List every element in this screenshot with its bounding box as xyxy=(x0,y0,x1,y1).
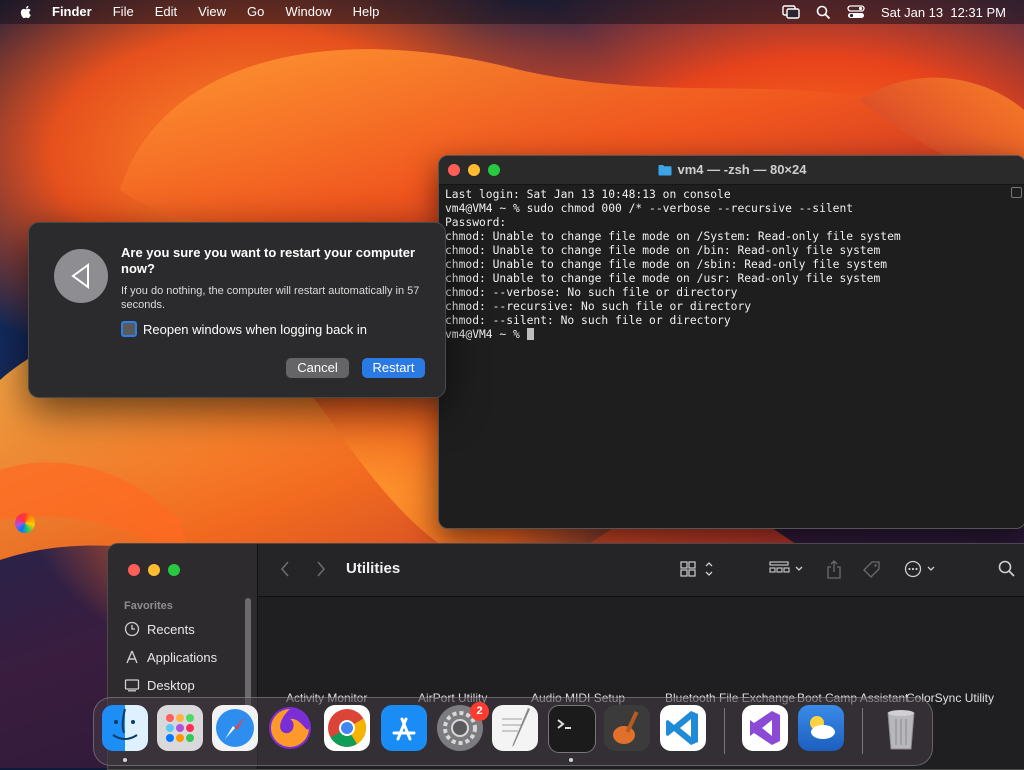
terminal-output[interactable]: Last login: Sat Jan 13 10:48:13 on conso… xyxy=(439,185,1024,345)
cancel-button[interactable]: Cancel xyxy=(286,358,349,378)
terminal-title: vm4 — -zsh — 80×24 xyxy=(439,156,1024,184)
dock-trash-icon[interactable] xyxy=(878,705,924,751)
menu-view[interactable]: View xyxy=(198,0,226,24)
restart-button[interactable]: Restart xyxy=(362,358,425,378)
menu-help[interactable]: Help xyxy=(353,0,380,24)
dock-garageband-icon[interactable] xyxy=(604,705,650,751)
terminal-line: chmod: --recursive: No such file or dire… xyxy=(445,300,752,313)
menu-window[interactable]: Window xyxy=(285,0,331,24)
terminal-prompt-line[interactable]: vm4@VM4 ~ % xyxy=(445,328,1019,342)
spotlight-search-icon[interactable] xyxy=(816,5,831,20)
text-cursor xyxy=(526,328,534,340)
group-view-icon[interactable] xyxy=(768,560,806,578)
terminal-line: chmod: Unable to change file mode on /bi… xyxy=(445,244,881,257)
dock-chrome-icon[interactable] xyxy=(324,705,370,751)
finder-toolbar: Utilities xyxy=(258,544,1024,597)
menu-go[interactable]: Go xyxy=(247,0,264,24)
checkbox-label[interactable]: Reopen windows when logging back in xyxy=(143,322,367,337)
dock-safari-icon[interactable] xyxy=(212,705,258,751)
menubar-clock[interactable]: Sat Jan 13 12:31 PM xyxy=(881,5,1006,20)
dock-terminal-icon[interactable] xyxy=(548,705,596,753)
terminal-line: chmod: Unable to change file mode on /Sy… xyxy=(445,230,901,243)
back-icon[interactable] xyxy=(280,560,290,578)
sidebar-item-label: Desktop xyxy=(147,677,195,693)
applications-icon xyxy=(126,650,138,664)
power-icon xyxy=(54,249,108,303)
color-wheel-icon[interactable] xyxy=(15,513,35,533)
dialog-title: Are you sure you want to restart your co… xyxy=(121,245,416,276)
terminal-line: chmod: Unable to change file mode on /us… xyxy=(445,272,881,285)
reopen-windows-checkbox[interactable]: Reopen windows when logging back in xyxy=(121,321,367,337)
dock-textedit-icon[interactable] xyxy=(492,705,538,751)
sidebar-item-desktop[interactable]: Desktop xyxy=(124,677,195,693)
dock-launchpad-icon[interactable] xyxy=(157,705,203,751)
share-icon[interactable] xyxy=(825,560,843,580)
clock-icon xyxy=(124,621,140,637)
control-center-icon[interactable] xyxy=(847,5,865,19)
more-actions-icon[interactable] xyxy=(904,560,940,578)
terminal-title-text: vm4 — -zsh — 80×24 xyxy=(677,162,807,177)
menu-app-finder[interactable]: Finder xyxy=(52,0,92,24)
sidebar-item-recents[interactable]: Recents xyxy=(124,621,195,637)
dock-weather-icon[interactable] xyxy=(798,705,844,751)
menu-edit[interactable]: Edit xyxy=(155,0,177,24)
terminal-window: vm4 — -zsh — 80×24 Last login: Sat Jan 1… xyxy=(438,155,1024,529)
checkbox-box[interactable] xyxy=(121,321,137,337)
dock-separator xyxy=(862,708,863,754)
tag-icon[interactable] xyxy=(862,560,882,580)
menu-file[interactable]: File xyxy=(113,0,134,24)
sidebar-item-label: Recents xyxy=(147,621,195,637)
running-indicator xyxy=(569,758,573,762)
terminal-prompt: vm4@VM4 ~ % xyxy=(445,328,527,341)
zoom-button[interactable] xyxy=(168,564,180,576)
restart-dialog: Are you sure you want to restart your co… xyxy=(28,222,446,398)
terminal-line: chmod: --silent: No such file or directo… xyxy=(445,314,731,327)
menu-bar: Finder File Edit View Go Window Help Sat… xyxy=(0,0,1024,24)
sidebar-item-label: Applications xyxy=(147,649,218,665)
terminal-line: Password: xyxy=(445,216,507,229)
dock-firefox-icon[interactable] xyxy=(267,705,313,751)
dock-visual-studio-icon[interactable] xyxy=(742,705,788,751)
close-button[interactable] xyxy=(128,564,140,576)
screen-mirroring-icon[interactable] xyxy=(782,5,800,19)
terminal-line: chmod: --verbose: No such file or direct… xyxy=(445,286,738,299)
dock-app-store-icon[interactable] xyxy=(381,705,427,751)
terminal-titlebar[interactable]: vm4 — -zsh — 80×24 xyxy=(439,156,1024,185)
terminal-line: vm4@VM4 ~ % sudo chmod 000 /* --verbose … xyxy=(445,202,854,215)
sidebar-scrollbar[interactable] xyxy=(245,598,251,708)
minimize-button[interactable] xyxy=(148,564,160,576)
finder-title: Utilities xyxy=(346,560,401,577)
forward-icon[interactable] xyxy=(316,560,326,578)
scroll-indicator[interactable] xyxy=(1011,187,1022,198)
terminal-line: Last login: Sat Jan 13 10:48:13 on conso… xyxy=(445,188,731,201)
running-indicator xyxy=(123,758,127,762)
terminal-line: chmod: Unable to change file mode on /sb… xyxy=(445,258,888,271)
desktop-icon xyxy=(124,679,140,692)
dialog-message: If you do nothing, the computer will res… xyxy=(121,285,420,311)
dock-vscode-icon[interactable] xyxy=(660,705,706,751)
apple-menu-icon[interactable] xyxy=(18,4,34,20)
sidebar-section-favorites: Favorites xyxy=(124,600,173,612)
notification-badge: 2 xyxy=(470,702,489,721)
dock-finder-icon[interactable] xyxy=(102,705,148,751)
sidebar-item-applications[interactable]: Applications xyxy=(124,649,217,665)
dock-separator xyxy=(724,708,725,754)
icon-view-icon[interactable] xyxy=(679,560,717,578)
dock: 2 xyxy=(93,697,933,766)
search-icon[interactable] xyxy=(998,560,1016,578)
folder-icon xyxy=(658,165,671,176)
